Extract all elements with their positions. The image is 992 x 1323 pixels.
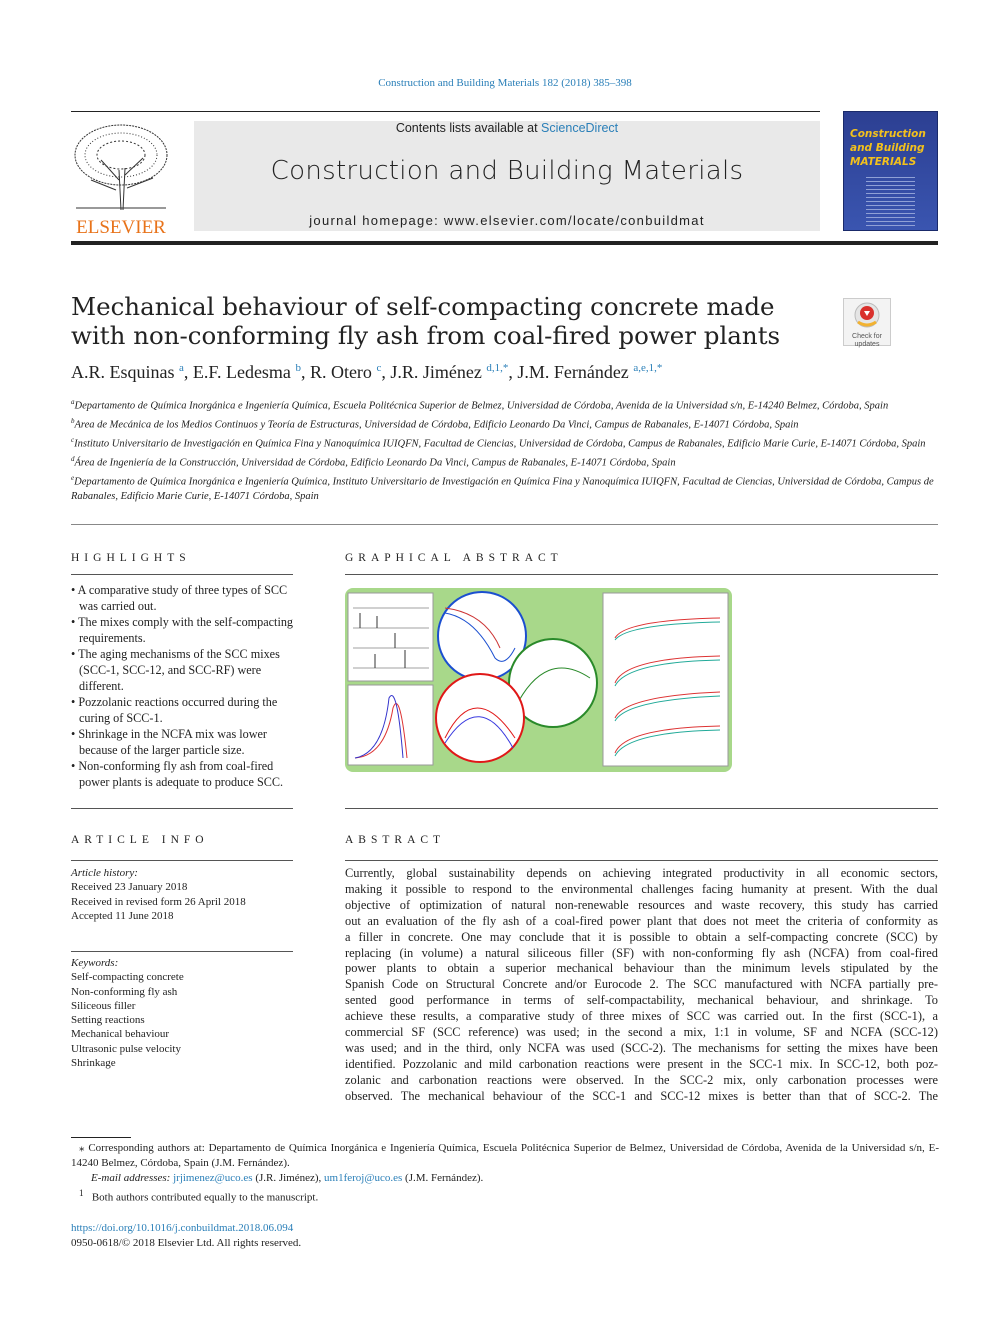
abstract-line: commercial SF (SCC reference) was used; … bbox=[345, 1025, 938, 1040]
sciencedirect-link[interactable]: ScienceDirect bbox=[541, 121, 618, 135]
abstract-line: Currently, global sustainability depends… bbox=[345, 866, 938, 880]
article-title: Mechanical behaviour of self-compacting … bbox=[71, 292, 780, 350]
abstract-line: objective of optimization of natural non… bbox=[345, 897, 938, 912]
doi-link[interactable]: https://doi.org/10.1016/j.conbuildmat.20… bbox=[71, 1222, 293, 1234]
affiliation: eDepartamento de Química Inorgánica e In… bbox=[71, 473, 934, 502]
author[interactable]: E.F. Ledesma b bbox=[193, 362, 301, 382]
abstract-heading: ABSTRACT bbox=[345, 834, 446, 846]
contents-prefix: Contents lists available at bbox=[395, 121, 542, 135]
affiliation: aDepartamento de Química Inorgánica e In… bbox=[71, 398, 889, 412]
updates-label: Check for updates bbox=[852, 333, 882, 348]
corresponding-author-note: ⁎ Corresponding authors at: Departamento… bbox=[71, 1142, 940, 1169]
author[interactable]: A.R. Esquinas a bbox=[71, 362, 184, 382]
copyright: 0950-0618/© 2018 Elsevier Ltd. All right… bbox=[71, 1236, 302, 1249]
highlight-item: Non-conforming fly ash from coal-fired p… bbox=[71, 758, 297, 790]
email-link[interactable]: um1feroj@uco.es bbox=[324, 1172, 402, 1184]
keyword: Self-compacting concrete bbox=[71, 971, 184, 984]
history-item: Received in revised form 26 April 2018 bbox=[71, 895, 246, 908]
highlights-heading: HIGHLIGHTS bbox=[71, 552, 191, 564]
elsevier-logo: ELSEVIER bbox=[71, 120, 171, 238]
history-label: Article history: bbox=[71, 867, 138, 879]
affiliation: dÁrea de Ingeniería de la Construcción, … bbox=[71, 454, 676, 469]
abstract-line: achieve these results, a comparative stu… bbox=[345, 1009, 938, 1024]
graphical-abstract-heading: GRAPHICAL ABSTRACT bbox=[345, 552, 563, 564]
history-item: Accepted 11 June 2018 bbox=[71, 909, 174, 922]
footnotes: ⁎ Corresponding authors at: Departamento… bbox=[71, 1141, 939, 1251]
journal-homepage[interactable]: journal homepage: www.elsevier.com/locat… bbox=[194, 213, 820, 228]
elsevier-wordmark: ELSEVIER bbox=[76, 217, 166, 238]
abstract-line: replacing (in volume) a natural siliceou… bbox=[345, 945, 938, 960]
abstract-text: Currently, global sustainability depends… bbox=[345, 866, 938, 1105]
article-info-heading: ARTICLE INFO bbox=[71, 834, 209, 846]
highlight-item: Shrinkage in the NCFA mix was lower beca… bbox=[71, 726, 297, 758]
title-line: Mechanical behaviour of self-compacting … bbox=[71, 292, 775, 321]
keyword: Non-conforming fly ash bbox=[71, 985, 178, 998]
affiliation: cInstituto Universitario de Investigació… bbox=[71, 435, 926, 450]
keywords: Keywords: Self-compacting concrete Non-c… bbox=[71, 956, 293, 1070]
abstract-line: power plants to obtain a superior mechan… bbox=[345, 961, 938, 976]
email-link[interactable]: jrjimenez@uco.es bbox=[173, 1172, 252, 1184]
abstract-line: observed. The mechanical behaviour of th… bbox=[345, 1088, 938, 1103]
highlight-item: Pozzolanic reactions occurred during the… bbox=[71, 694, 297, 726]
elsevier-tree-icon bbox=[71, 120, 171, 212]
cover-title: Construction and Building MATERIALS bbox=[850, 128, 926, 168]
check-for-updates-badge[interactable]: Check for updates bbox=[843, 298, 891, 348]
abstract-line: a filler in concrete. One may conclude t… bbox=[345, 929, 938, 944]
email-note: E-mail addresses: jrjimenez@uco.es (J.R.… bbox=[91, 1172, 484, 1184]
contribution-note: 1 Both authors contributed equally to th… bbox=[79, 1188, 319, 1204]
author[interactable]: R. Otero c bbox=[310, 362, 381, 382]
updates-icon bbox=[854, 302, 880, 328]
keywords-label: Keywords: bbox=[71, 957, 119, 969]
history-item: Received 23 January 2018 bbox=[71, 881, 188, 894]
abstract-line: identified. Pozzolanic and mild carbonat… bbox=[345, 1056, 938, 1071]
journal-title: Construction and Building Materials bbox=[270, 156, 744, 186]
journal-cover-image: Construction and Building MATERIALS bbox=[843, 111, 938, 231]
keyword: Ultrasonic pulse velocity bbox=[71, 1042, 181, 1055]
keyword: Mechanical behaviour bbox=[71, 1028, 170, 1041]
affiliation: bArea de Mecánica de los Medios Continuo… bbox=[71, 416, 799, 431]
highlight-item: The mixes comply with the self-compactin… bbox=[71, 614, 297, 646]
highlight-item: The aging mechanisms of the SCC mixes (S… bbox=[71, 646, 297, 694]
article-history: Article history: Received 23 January 201… bbox=[71, 866, 293, 923]
title-line: with non-conforming fly ash from coal-fi… bbox=[71, 321, 781, 350]
contents-line: Contents lists available at ScienceDirec… bbox=[194, 121, 820, 135]
affiliations: aDepartamento de Química Inorgánica e In… bbox=[71, 395, 941, 504]
author[interactable]: J.R. Jiménez d,1,* bbox=[390, 362, 508, 382]
journal-citation-link[interactable]: Construction and Building Materials 182 … bbox=[0, 77, 992, 89]
author[interactable]: J.M. Fernández a,e,1,* bbox=[517, 362, 662, 382]
abstract-line: zolanic and carbonation reactions were o… bbox=[345, 1072, 938, 1087]
abstract-line: sented good performance in terms of self… bbox=[345, 993, 938, 1008]
keyword: Shrinkage bbox=[71, 1057, 116, 1070]
abstract-line: making it possible to respond to the env… bbox=[345, 881, 938, 896]
highlights-list: A comparative study of three types of SC… bbox=[71, 582, 297, 790]
graphical-abstract-figure bbox=[345, 588, 732, 772]
graphical-abstract-image bbox=[345, 588, 732, 772]
keyword: Setting reactions bbox=[71, 1014, 145, 1027]
abstract-line: was used; and in the third, only NCFA wa… bbox=[345, 1040, 938, 1055]
abstract-line: out an evaluation of the fly ash of a co… bbox=[345, 913, 938, 928]
highlight-item: A comparative study of three types of SC… bbox=[71, 582, 297, 614]
abstract-line: Spanish Code on Structural Concrete and/… bbox=[345, 977, 938, 992]
author-list: A.R. Esquinas a, E.F. Ledesma b, R. Oter… bbox=[71, 362, 663, 382]
keyword: Siliceous filler bbox=[71, 999, 136, 1012]
